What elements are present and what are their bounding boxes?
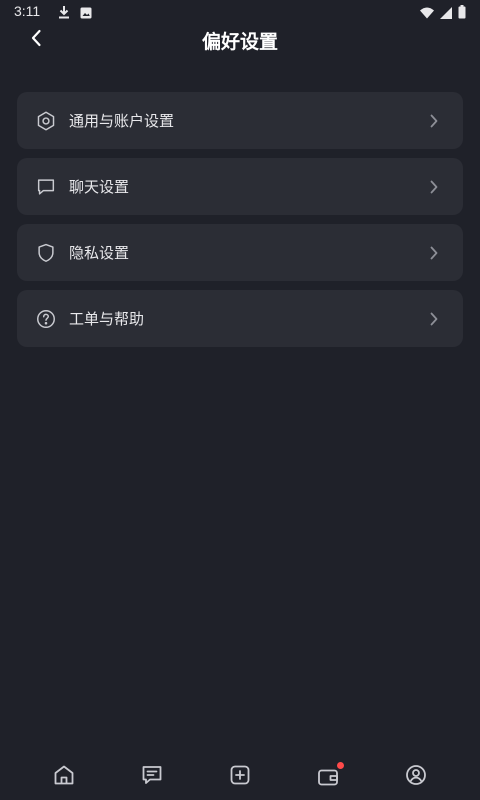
header: 偏好设置 [0,24,480,56]
profile-icon [404,763,428,791]
status-time: 3:11 [14,3,41,19]
nav-create[interactable] [227,764,253,790]
gear-icon [35,110,57,132]
battery-icon [458,4,466,23]
chevron-right-icon [427,112,441,130]
bottom-nav [0,752,480,800]
status-bar: 3:11 [0,0,480,24]
nav-messages[interactable] [139,764,165,790]
wallet-icon [316,762,344,789]
download-icon [58,4,70,23]
wifi-icon [420,4,434,23]
menu-item-chat-settings[interactable]: 聊天设置 [17,158,463,215]
message-icon [140,763,164,791]
status-notification-icons [58,4,92,23]
chevron-right-icon [427,310,441,328]
status-system-icons [420,4,466,23]
home-icon [52,763,76,791]
menu-item-label: 通用与账户设置 [69,112,175,130]
menu-item-tickets-help[interactable]: 工单与帮助 [17,290,463,347]
menu-item-label: 工单与帮助 [69,310,145,328]
page-title: 偏好设置 [201,31,278,53]
image-icon [80,4,92,23]
menu-item-label: 隐私设置 [69,244,130,262]
nav-wallet[interactable] [315,762,344,790]
shield-icon [35,242,57,264]
help-circle-icon [35,308,57,330]
notification-dot [337,762,344,769]
nav-profile[interactable] [403,764,429,790]
nav-home[interactable] [51,764,77,790]
menu-item-general-account[interactable]: 通用与账户设置 [17,92,463,149]
settings-menu: 通用与账户设置 聊天设置 隐私设置 工单与帮助 [17,92,463,356]
plus-square-icon [228,763,252,791]
chevron-right-icon [427,244,441,262]
menu-item-privacy-settings[interactable]: 隐私设置 [17,224,463,281]
menu-item-label: 聊天设置 [69,178,130,196]
chevron-right-icon [427,178,441,196]
chat-bubble-icon [35,176,57,198]
signal-icon [440,4,452,23]
